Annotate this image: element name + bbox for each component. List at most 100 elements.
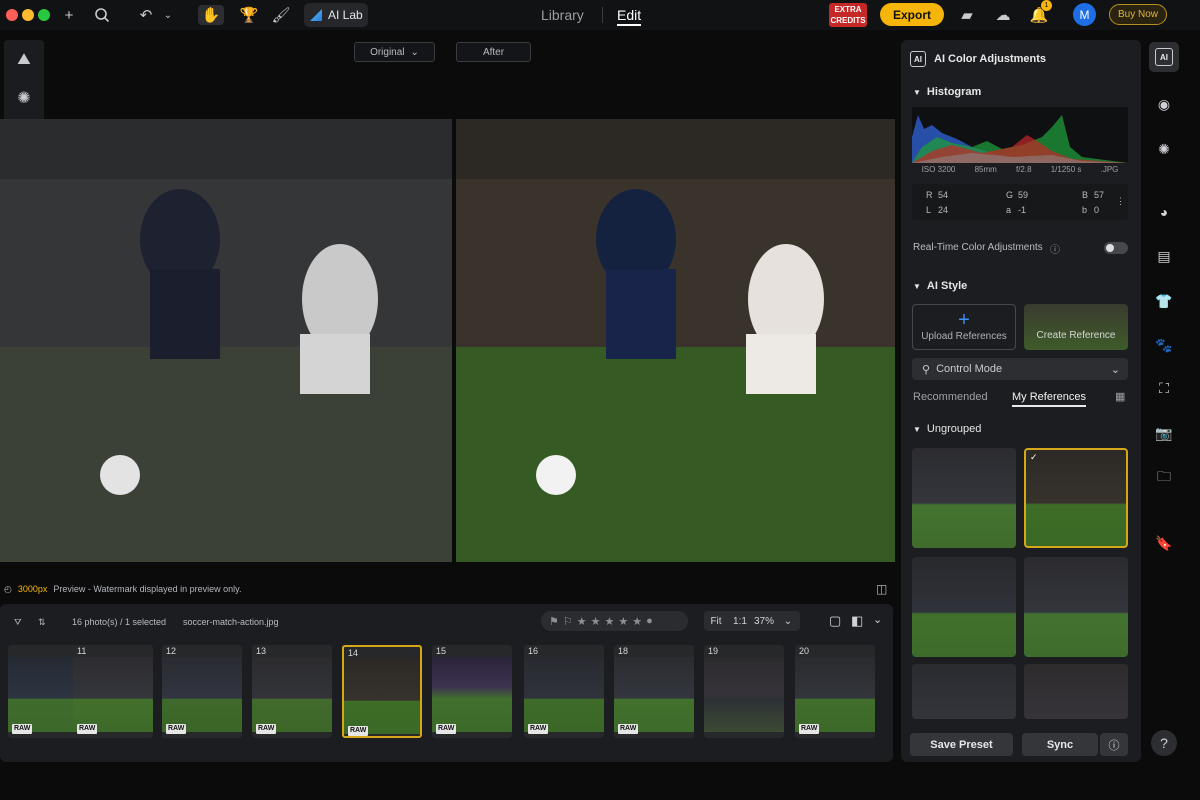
reject-icon[interactable]: ⚐ (563, 615, 573, 628)
compare-view-icon[interactable]: ◧ (851, 613, 863, 629)
ai-enhance-icon[interactable]: ◉ (1149, 89, 1179, 119)
filmstrip-thumb[interactable]: 12 RAW (162, 645, 242, 738)
view-options-chevron-icon[interactable]: ⌄ (873, 613, 882, 626)
flag-icon[interactable]: ⚑ (549, 615, 559, 628)
shutter-speed: 1/1250 s (1050, 165, 1082, 174)
detail-icon[interactable]: ▤ (1149, 241, 1179, 271)
filmstrip-thumb[interactable]: 11 RAW (73, 645, 153, 738)
zoom-percent-select[interactable]: 37% (752, 616, 776, 627)
sort-icon[interactable]: ⇅ (38, 612, 46, 632)
filter-icon[interactable]: ⛛ (14, 612, 22, 632)
reference-thumb[interactable] (1024, 557, 1128, 657)
help-icon[interactable]: ? (1151, 730, 1177, 756)
extra-credits-badge[interactable]: EXTRA CREDITS (829, 3, 867, 27)
filmstrip-thumb[interactable]: 18 RAW (614, 645, 694, 738)
portrait-icon[interactable]: 👕 (1149, 286, 1179, 316)
pet-icon[interactable]: 🐾 (1149, 330, 1179, 360)
zoom-fit-button[interactable]: Fit (704, 616, 728, 627)
tab-edit[interactable]: Edit (617, 7, 642, 26)
file-format: .JPG (1100, 165, 1119, 174)
after-label: After (456, 42, 531, 62)
sun-light-icon[interactable]: ✺ (1149, 134, 1179, 164)
color-label-icon[interactable]: ● (646, 615, 653, 627)
b-lab-value: 0 (1094, 205, 1100, 215)
brush-icon[interactable]: 🖌 (270, 5, 292, 25)
realtime-toggle[interactable] (1104, 242, 1128, 254)
create-reference-button[interactable]: Create Reference (1024, 304, 1128, 350)
filmstrip-thumb[interactable]: 16 RAW (524, 645, 604, 738)
star-icon[interactable]: ★ (618, 615, 628, 628)
avatar[interactable]: M (1073, 3, 1096, 26)
upload-label: Upload References (921, 331, 1007, 342)
tab-recommended[interactable]: Recommended (913, 391, 988, 403)
aperture: f/2.8 (1015, 165, 1032, 174)
ai-style-header[interactable]: ▼ AI Style (913, 280, 967, 292)
color-palette-icon[interactable]: ◕ (1149, 197, 1179, 227)
split-view-icon[interactable]: ◫ (876, 582, 887, 596)
search-icon[interactable] (91, 5, 113, 25)
save-preset-button[interactable]: Save Preset (910, 733, 1013, 756)
after-photo[interactable] (456, 119, 895, 562)
close-window-button[interactable] (6, 9, 18, 21)
histogram-label: Histogram (926, 86, 982, 98)
hand-tool-icon[interactable]: ✋ (198, 5, 224, 25)
star-icon[interactable]: ★ (591, 615, 601, 628)
cloud-icon[interactable]: ☁ (992, 5, 1014, 25)
export-button[interactable]: Export (880, 3, 944, 26)
original-dropdown[interactable]: Original ⌄ (354, 42, 435, 62)
plus-icon: + (958, 309, 970, 331)
original-photo[interactable] (0, 119, 452, 562)
star-icon[interactable]: ★ (605, 615, 615, 628)
filmstrip-thumb[interactable]: 13 RAW (252, 645, 332, 738)
add-icon[interactable]: + (58, 5, 80, 25)
star-icon[interactable]: ★ (632, 615, 642, 628)
compare-panel-icon[interactable]: ▰ (956, 5, 978, 25)
more-options-icon[interactable]: ⋮ (1116, 196, 1125, 207)
upload-references-button[interactable]: + Upload References (912, 304, 1016, 350)
ungrouped-header[interactable]: ▼ Ungrouped (913, 423, 981, 435)
reference-thumb[interactable] (912, 557, 1016, 657)
tab-my-references[interactable]: My References (1012, 391, 1086, 407)
control-mode-select[interactable]: ⚲ Control Mode ⌄ (912, 358, 1128, 380)
raw-badge: RAW (12, 724, 33, 734)
raw-badge: RAW (348, 726, 369, 736)
minimize-window-button[interactable] (22, 9, 34, 21)
grid-view-icon[interactable]: ▦ (1115, 390, 1125, 403)
histogram-header[interactable]: ▼ Histogram (913, 86, 981, 98)
maximize-window-button[interactable] (38, 9, 50, 21)
zoom-1to1-button[interactable]: 1:1 (728, 616, 752, 627)
filmstrip-thumb[interactable]: 15 RAW (432, 645, 512, 738)
filmstrip-thumb[interactable]: 20 RAW (795, 645, 875, 738)
reference-thumb[interactable] (1024, 664, 1128, 719)
reference-thumb[interactable] (912, 664, 1016, 719)
ai-adjust-icon[interactable]: AI (1149, 42, 1179, 72)
collapse-triangle-icon: ▼ (913, 87, 921, 97)
buy-now-button[interactable]: Buy Now (1109, 4, 1167, 25)
star-icon[interactable]: ★ (577, 615, 587, 628)
undo-history-chevron-icon[interactable]: ⌄ (157, 5, 179, 25)
notification-badge: 1 (1041, 0, 1052, 11)
sync-button[interactable]: Sync (1022, 733, 1098, 756)
info-icon[interactable]: ⓘ (1050, 241, 1060, 256)
bookmark-icon[interactable]: 🔖 (1149, 528, 1179, 558)
mountain-adjust-icon[interactable]: ⛰ (4, 42, 44, 78)
reference-thumb-selected[interactable]: ✓ (1024, 448, 1128, 548)
award-stamp-icon[interactable]: 🏆 (238, 5, 260, 25)
tab-library[interactable]: Library (541, 7, 584, 23)
l-value: 24 (938, 205, 949, 215)
filmstrip-thumb[interactable]: 19 (704, 645, 784, 738)
chevron-down-icon: ⌄ (1110, 363, 1120, 376)
camera-icon[interactable]: 📷 (1149, 418, 1179, 448)
rating-bar[interactable]: ⚑ ⚐ ★ ★ ★ ★ ★ ● (541, 611, 688, 631)
crop-icon[interactable]: ⛶ (1149, 373, 1179, 403)
sync-info-icon[interactable]: ⓘ (1100, 733, 1128, 756)
sun-effects-icon[interactable]: ✺ (4, 80, 44, 116)
filmstrip-thumb-selected[interactable]: 14 RAW (342, 645, 422, 738)
tab-divider (602, 7, 603, 23)
folder-settings-icon[interactable]: 🗀 (1149, 463, 1179, 493)
single-view-icon[interactable]: ▢ (829, 613, 841, 629)
undo-icon[interactable]: ↶ (135, 5, 157, 25)
ai-lab-button[interactable]: AI Lab (304, 3, 368, 27)
ai-style-label: AI Style (926, 280, 968, 292)
reference-thumb[interactable] (912, 448, 1016, 548)
